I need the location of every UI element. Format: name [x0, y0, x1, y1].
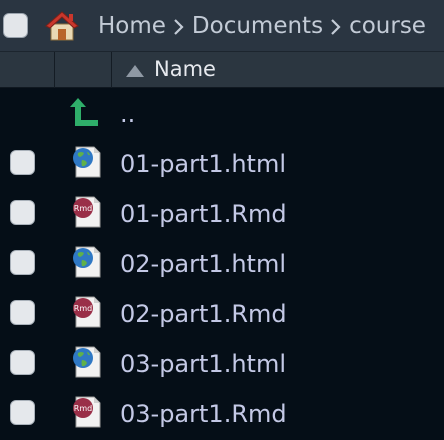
list-item[interactable]: Rmd 01-part1.Rmd [0, 188, 444, 238]
select-all-checkbox[interactable] [3, 13, 28, 38]
breadcrumb-item-documents[interactable]: Documents [192, 13, 323, 39]
file-list: .. 01-part1.html Rmd 01-part1.Rmd 02-par… [0, 88, 444, 438]
parent-folder-icon [70, 96, 102, 128]
html-file-icon [70, 346, 102, 378]
chevron-right-icon [166, 13, 192, 39]
row-checkbox[interactable] [10, 150, 35, 175]
list-item[interactable]: 03-part1.html [0, 338, 444, 388]
breadcrumb-item-course[interactable]: course [349, 13, 426, 39]
breadcrumb: Home Documents course [98, 0, 426, 51]
svg-text:Rmd: Rmd [74, 304, 92, 313]
file-name[interactable]: 03-part1.html [120, 338, 286, 390]
chevron-right-icon [323, 13, 349, 39]
breadcrumb-bar: Home Documents course [0, 0, 444, 52]
list-item[interactable]: .. [0, 88, 444, 138]
list-item[interactable]: Rmd 02-part1.Rmd [0, 288, 444, 338]
row-checkbox[interactable] [10, 200, 35, 225]
svg-text:Rmd: Rmd [74, 404, 92, 413]
html-file-icon [70, 246, 102, 278]
list-item[interactable]: 01-part1.html [0, 138, 444, 188]
rmd-file-icon: Rmd [70, 296, 102, 328]
name-column-header[interactable]: Name [154, 52, 216, 87]
column-divider[interactable] [111, 52, 112, 88]
row-checkbox[interactable] [10, 350, 35, 375]
row-checkbox[interactable] [10, 250, 35, 275]
home-icon[interactable] [44, 10, 80, 42]
file-name[interactable]: 01-part1.Rmd [120, 188, 287, 240]
file-name[interactable]: 03-part1.Rmd [120, 388, 287, 440]
file-name[interactable]: .. [120, 88, 135, 140]
list-item[interactable]: 02-part1.html [0, 238, 444, 288]
html-file-icon [70, 146, 102, 178]
sort-ascending-icon[interactable] [125, 63, 145, 82]
breadcrumb-item-home[interactable]: Home [98, 13, 166, 39]
rmd-file-icon: Rmd [70, 196, 102, 228]
file-name[interactable]: 02-part1.Rmd [120, 288, 287, 340]
column-header-row: Name [0, 52, 444, 88]
list-item[interactable]: Rmd 03-part1.Rmd [0, 388, 444, 438]
svg-text:Rmd: Rmd [74, 204, 92, 213]
file-name[interactable]: 02-part1.html [120, 238, 286, 290]
file-name[interactable]: 01-part1.html [120, 138, 286, 190]
row-checkbox[interactable] [10, 300, 35, 325]
rmd-file-icon: Rmd [70, 396, 102, 428]
row-checkbox[interactable] [10, 400, 35, 425]
column-divider[interactable] [54, 52, 55, 88]
